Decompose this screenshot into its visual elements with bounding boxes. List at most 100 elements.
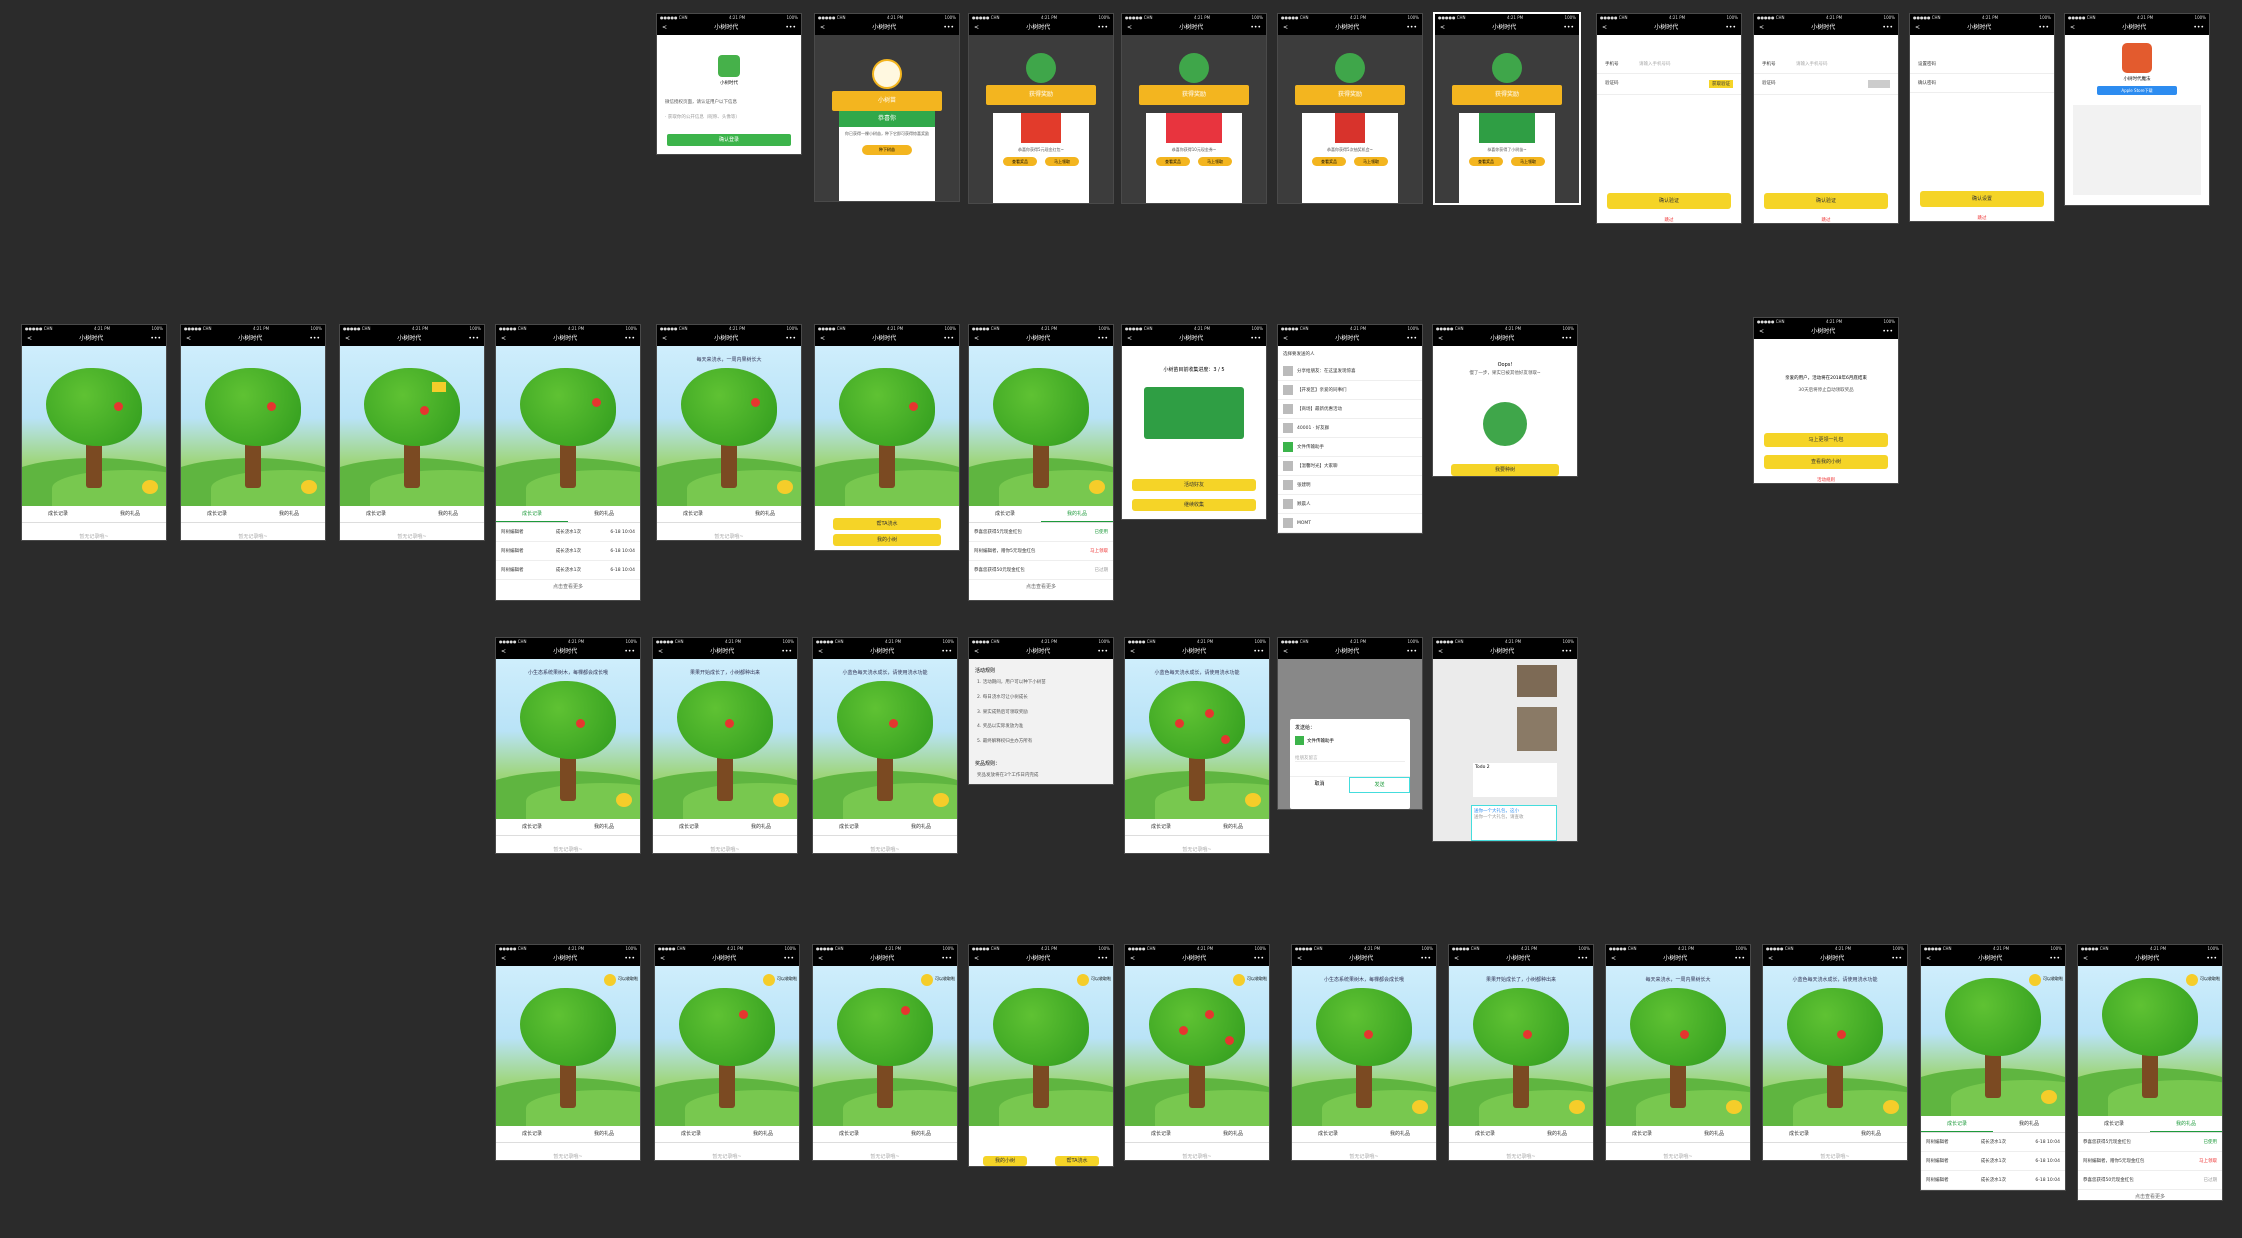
rules-link[interactable]: 活动规则 [1754,477,1898,483]
password-field[interactable]: 设置密码 [1910,55,2054,74]
phone-field[interactable]: 手机号 请输入手机号码 [1754,55,1898,74]
plant-sapling-button[interactable]: 种下树苗 [862,145,912,155]
more-icon[interactable]: ••• [1891,952,1902,966]
tab-gift[interactable]: 我的礼品 [885,1126,957,1142]
chat-item[interactable]: 文件传输助手 [1278,438,1422,457]
chick-icon[interactable] [933,793,949,807]
more-records-link[interactable]: 点击查看更多 [969,580,1113,590]
tree-icon[interactable] [681,368,777,446]
chick-icon[interactable] [773,793,789,807]
chat-link-card[interactable]: Todo 2 [1473,763,1557,797]
chat-image[interactable] [1517,665,1557,697]
confirm-password-field[interactable]: 确认密码 [1910,74,2054,93]
tree-icon[interactable] [993,988,1089,1066]
tab-growth[interactable]: 成长记录 [181,506,253,522]
tab-gift[interactable]: 我的礼品 [1835,1126,1907,1142]
apple-icon[interactable] [909,402,918,411]
tree-icon[interactable] [1149,681,1245,759]
tree-icon[interactable] [520,368,616,446]
my-tree-button[interactable]: 我的小树 [983,1156,1027,1166]
apple-icon[interactable] [889,719,898,728]
chat-item[interactable]: MOMT [1278,514,1422,533]
chick-icon[interactable] [1245,793,1261,807]
tree-icon[interactable] [2102,978,2198,1056]
claim-button[interactable]: 马上领取 [1198,157,1232,166]
more-icon[interactable]: ••• [1406,21,1417,35]
more-icon[interactable]: ••• [1097,332,1108,346]
apple-icon[interactable] [114,402,123,411]
chat-item[interactable]: 40001 · 好友群 [1278,419,1422,438]
more-icon[interactable]: ••• [1253,645,1264,659]
more-icon[interactable]: ••• [1250,21,1261,35]
apple-icon[interactable] [725,719,734,728]
more-icon[interactable]: ••• [941,645,952,659]
chick-icon[interactable] [1412,1100,1428,1114]
more-icon[interactable]: ••• [1725,21,1736,35]
claim-link[interactable]: 马上领取 [1090,548,1108,554]
tree-icon[interactable] [205,368,301,446]
chat-item[interactable]: 【开发区】亲爱的同事们 [1278,381,1422,400]
water-button[interactable]: 帮TA浇水 [833,518,941,530]
chat-item[interactable]: 张建明 [1278,476,1422,495]
tab-growth[interactable]: 成长记录 [653,819,725,835]
chick-icon[interactable] [777,480,793,494]
chat-item[interactable]: 顾晨人 [1278,495,1422,514]
tree-icon[interactable] [1945,978,2041,1056]
claim-button[interactable]: 马上领取 [1045,157,1079,166]
more-records-link[interactable]: 点击查看更多 [2078,1190,2222,1200]
view-my-tree-button[interactable]: 查看我的小树 [1764,455,1888,469]
get-code-button[interactable]: 获取验证 [1709,80,1733,88]
more-icon[interactable]: ••• [783,952,794,966]
tree-icon[interactable] [837,988,933,1066]
more-icon[interactable]: ••• [781,645,792,659]
chick-icon[interactable] [301,480,317,494]
cancel-button[interactable]: 取消 [1290,777,1349,793]
tab-growth[interactable]: 成长记录 [813,819,885,835]
tab-gift[interactable]: 我的礼品 [253,506,325,522]
share-friends-button[interactable]: 活动好友 [1132,479,1256,491]
get-code-button-disabled[interactable] [1868,80,1890,88]
tree-icon[interactable] [1630,988,1726,1066]
more-icon[interactable]: ••• [1563,21,1574,35]
tab-growth[interactable]: 成长记录 [655,1126,727,1142]
skip-link[interactable]: 跳过 [1597,217,1741,223]
code-field[interactable]: 验证码 [1754,74,1898,95]
tree-icon[interactable] [993,368,1089,446]
more-icon[interactable]: ••• [1882,325,1893,339]
more-icon[interactable]: ••• [785,332,796,346]
apple-icon[interactable] [901,1006,910,1015]
more-icon[interactable]: ••• [1406,645,1417,659]
more-icon[interactable]: ••• [2206,952,2217,966]
more-icon[interactable]: ••• [1577,952,1588,966]
tab-growth[interactable]: 成长记录 [496,819,568,835]
more-icon[interactable]: ••• [2193,21,2204,35]
tab-growth[interactable]: 成长记录 [2078,1116,2150,1132]
tab-gift[interactable]: 我的礼品 [1993,1116,2065,1132]
tab-growth[interactable]: 成长记录 [1125,819,1197,835]
claim-button[interactable]: 马上领取 [1354,157,1388,166]
tab-gift[interactable]: 我的礼品 [1197,1126,1269,1142]
chat-item[interactable]: 分享给朋友：在这里发现惊喜 [1278,362,1422,381]
tab-growth[interactable]: 成长记录 [496,1126,568,1142]
skip-link[interactable]: 跳过 [1754,217,1898,223]
more-icon[interactable]: ••• [1097,952,1108,966]
more-icon[interactable]: ••• [943,332,954,346]
apple-icon[interactable] [1205,709,1214,718]
tab-growth[interactable]: 成长记录 [22,506,94,522]
apple-icon[interactable] [1364,1030,1373,1039]
apple-icon[interactable] [1523,1030,1532,1039]
chat-share-card[interactable]: 送你一个大礼包，这小 送你一个大礼包，请查收 [1471,805,1557,841]
tab-gift[interactable]: 我的礼品 [885,819,957,835]
confirm-set-button[interactable]: 确认设置 [1920,191,2044,207]
more-icon[interactable]: ••• [1561,332,1572,346]
tab-gift[interactable]: 我的礼品 [1197,819,1269,835]
confirm-login-button[interactable]: 确认登录 [667,133,791,146]
tab-growth[interactable]: 成长记录 [1763,1126,1835,1142]
chick-icon[interactable] [2041,1090,2057,1104]
chick-icon[interactable] [1726,1100,1742,1114]
more-icon[interactable]: ••• [309,332,320,346]
chick-icon[interactable] [1883,1100,1899,1114]
apple-icon[interactable] [739,1010,748,1019]
tab-gift[interactable]: 我的礼品 [568,506,640,522]
tab-growth[interactable]: 成长记录 [1125,1126,1197,1142]
